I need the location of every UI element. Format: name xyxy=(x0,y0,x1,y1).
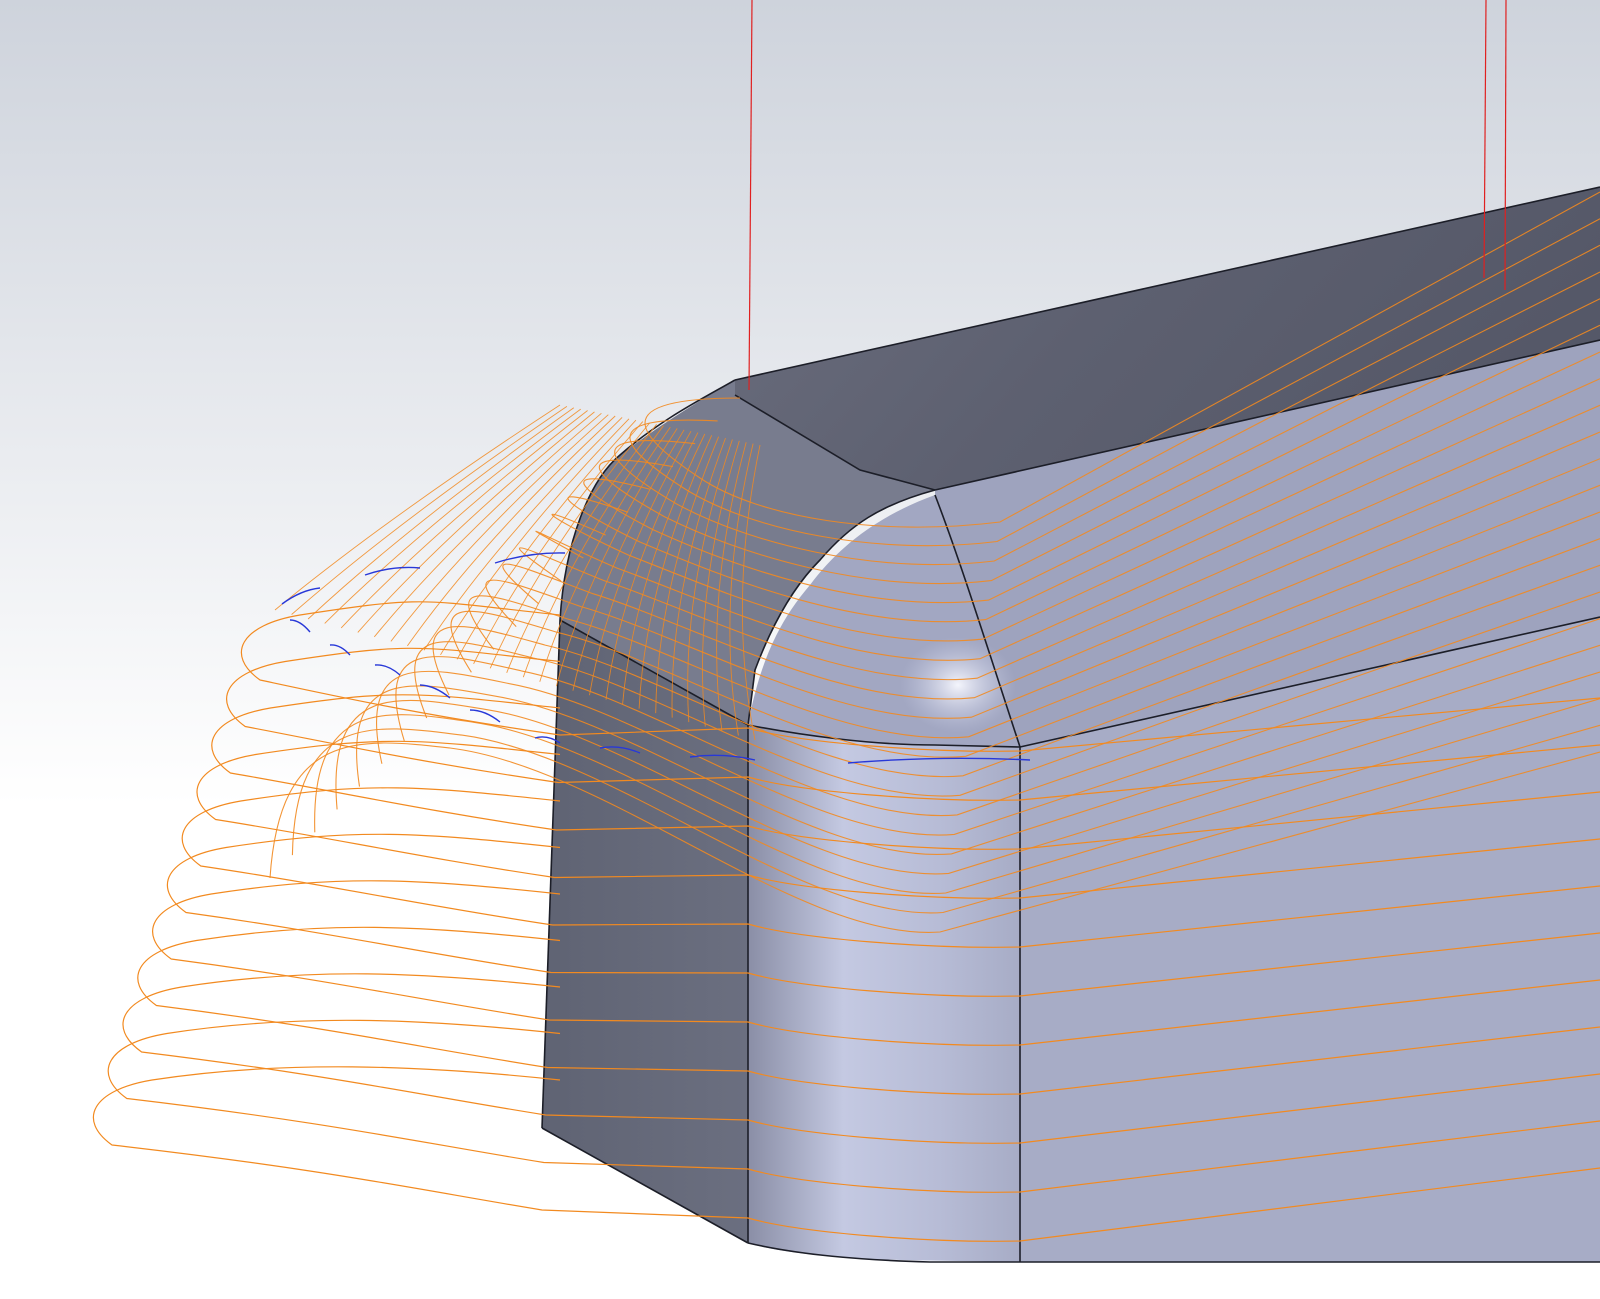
cad-3d-scene[interactable] xyxy=(0,0,1600,1299)
cad-graphics-viewport[interactable] xyxy=(0,0,1600,1299)
front-fillet-face[interactable] xyxy=(748,725,1020,1262)
